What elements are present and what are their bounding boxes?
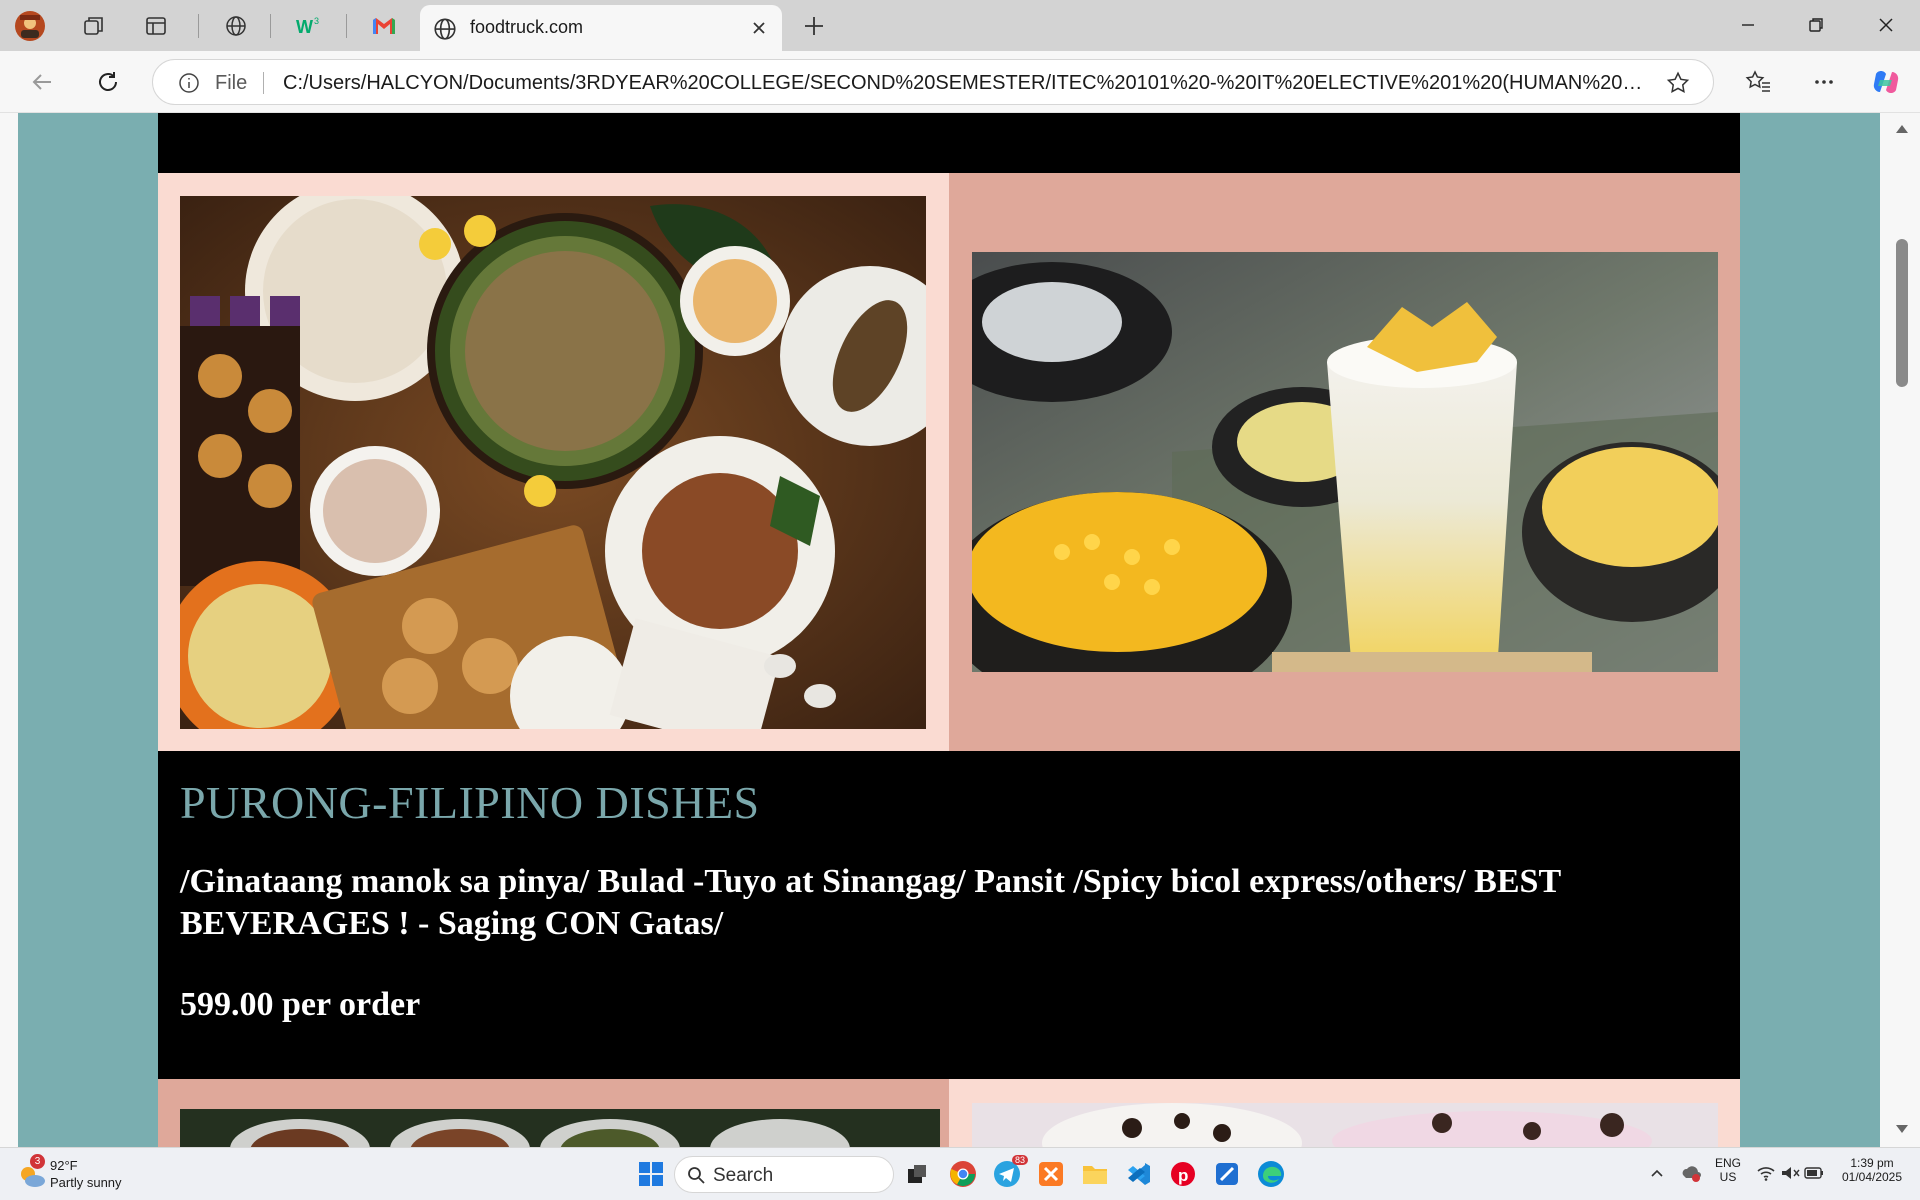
scroll-up-arrow-icon[interactable] xyxy=(1894,123,1910,135)
volume-muted-icon[interactable] xyxy=(1780,1164,1800,1182)
favorite-star-icon[interactable] xyxy=(1665,70,1691,96)
pinterest-icon[interactable]: p xyxy=(1168,1159,1198,1189)
workspaces-icon[interactable] xyxy=(78,10,110,42)
taskbar-search[interactable]: Search xyxy=(674,1156,894,1193)
globe-icon[interactable] xyxy=(220,10,252,42)
menu-items-text: /Ginataang manok sa pinya/ Bulad -Tuyo a… xyxy=(180,863,1561,942)
svg-text:p: p xyxy=(1178,1166,1188,1185)
filipino-food-spread-image xyxy=(180,196,926,729)
menu-card: PURONG-FILIPINO DISHES /Ginataang manok … xyxy=(158,113,1740,1147)
w3schools-icon[interactable]: W3 xyxy=(292,10,324,42)
price-text: 599.00 per order xyxy=(180,986,421,1023)
windows-taskbar: 3 92°F Partly sunny Search 83 p ENG US 1… xyxy=(0,1147,1920,1200)
page-viewport: PURONG-FILIPINO DISHES /Ginataang manok … xyxy=(0,113,1920,1147)
mais-con-yelo-drink-image xyxy=(972,252,1718,672)
scroll-down-arrow-icon[interactable] xyxy=(1894,1123,1910,1135)
clock[interactable]: 1:39 pm 01/04/2025 xyxy=(1832,1156,1912,1184)
next-dishes-image xyxy=(180,1109,940,1147)
food-cell xyxy=(158,173,949,751)
copilot-icon[interactable] xyxy=(1866,62,1906,102)
back-icon[interactable] xyxy=(22,62,62,102)
address-bar: File C:/Users/HALCYON/Documents/3RDYEAR%… xyxy=(0,51,1920,113)
menu-description: PURONG-FILIPINO DISHES /Ginataang manok … xyxy=(158,751,1740,1079)
close-tab-icon[interactable] xyxy=(746,15,772,41)
windows-start-icon[interactable] xyxy=(636,1159,666,1189)
task-view-icon[interactable] xyxy=(902,1159,932,1189)
restore-button[interactable] xyxy=(1788,6,1844,44)
tab-foodtruck[interactable]: foodtruck.com xyxy=(420,5,782,51)
page-scrollbar[interactable] xyxy=(1880,113,1920,1147)
tab-bar: W3 foodtruck.com xyxy=(0,0,1920,51)
info-icon[interactable] xyxy=(177,71,201,95)
telegram-icon[interactable]: 83 xyxy=(992,1155,1028,1189)
svg-text:W: W xyxy=(296,17,313,37)
file-explorer-icon[interactable] xyxy=(1080,1159,1110,1189)
edge-icon[interactable] xyxy=(1256,1159,1286,1189)
omnibox[interactable]: File C:/Users/HALCYON/Documents/3RDYEAR%… xyxy=(152,59,1714,105)
telegram-badge: 83 xyxy=(1011,1155,1028,1165)
search-label: Search xyxy=(713,1165,774,1186)
top-black-band xyxy=(158,113,1740,173)
tab-globe-icon xyxy=(432,16,458,42)
more-icon[interactable] xyxy=(1804,62,1844,102)
minimize-button[interactable] xyxy=(1720,6,1776,44)
profile-avatar-icon[interactable] xyxy=(14,10,46,42)
new-tab-icon[interactable] xyxy=(798,10,830,42)
image-row xyxy=(158,173,1740,751)
blue-app-icon[interactable] xyxy=(1212,1159,1242,1189)
weather-condition: Partly sunny xyxy=(50,1175,122,1190)
tab-actions-icon[interactable] xyxy=(140,10,172,42)
scheme-label: File xyxy=(215,72,248,94)
wifi-icon[interactable] xyxy=(1756,1164,1776,1182)
tray-chevron-up-icon[interactable] xyxy=(1650,1168,1664,1178)
language-indicator[interactable]: ENG US xyxy=(1712,1156,1744,1184)
gmail-icon[interactable] xyxy=(368,10,400,42)
vscode-icon[interactable] xyxy=(1124,1159,1154,1189)
next-left-cell xyxy=(158,1079,949,1147)
battery-icon[interactable] xyxy=(1804,1165,1824,1181)
tab-title: foodtruck.com xyxy=(470,17,584,37)
next-right-cell xyxy=(949,1079,1740,1147)
drink-cell xyxy=(949,173,1740,751)
next-dessert-image xyxy=(972,1103,1718,1147)
section-title: PURONG-FILIPINO DISHES xyxy=(180,777,760,828)
next-image-row xyxy=(158,1079,1740,1147)
weather-badge: 3 xyxy=(30,1154,45,1169)
xampp-icon[interactable] xyxy=(1036,1159,1066,1189)
scroll-thumb[interactable] xyxy=(1896,239,1908,387)
temperature: 92°F xyxy=(50,1158,78,1173)
svg-text:3: 3 xyxy=(314,16,319,26)
chrome-icon[interactable] xyxy=(948,1159,978,1189)
refresh-icon[interactable] xyxy=(88,62,128,102)
favorites-icon[interactable] xyxy=(1738,62,1778,102)
close-window-button[interactable] xyxy=(1858,6,1914,44)
search-icon xyxy=(688,1167,705,1184)
weather-widget[interactable]: 3 92°F Partly sunny xyxy=(18,1154,138,1194)
onedrive-error-icon[interactable] xyxy=(1680,1162,1702,1184)
url-text[interactable]: C:/Users/HALCYON/Documents/3RDYEAR%20COL… xyxy=(283,72,1643,95)
